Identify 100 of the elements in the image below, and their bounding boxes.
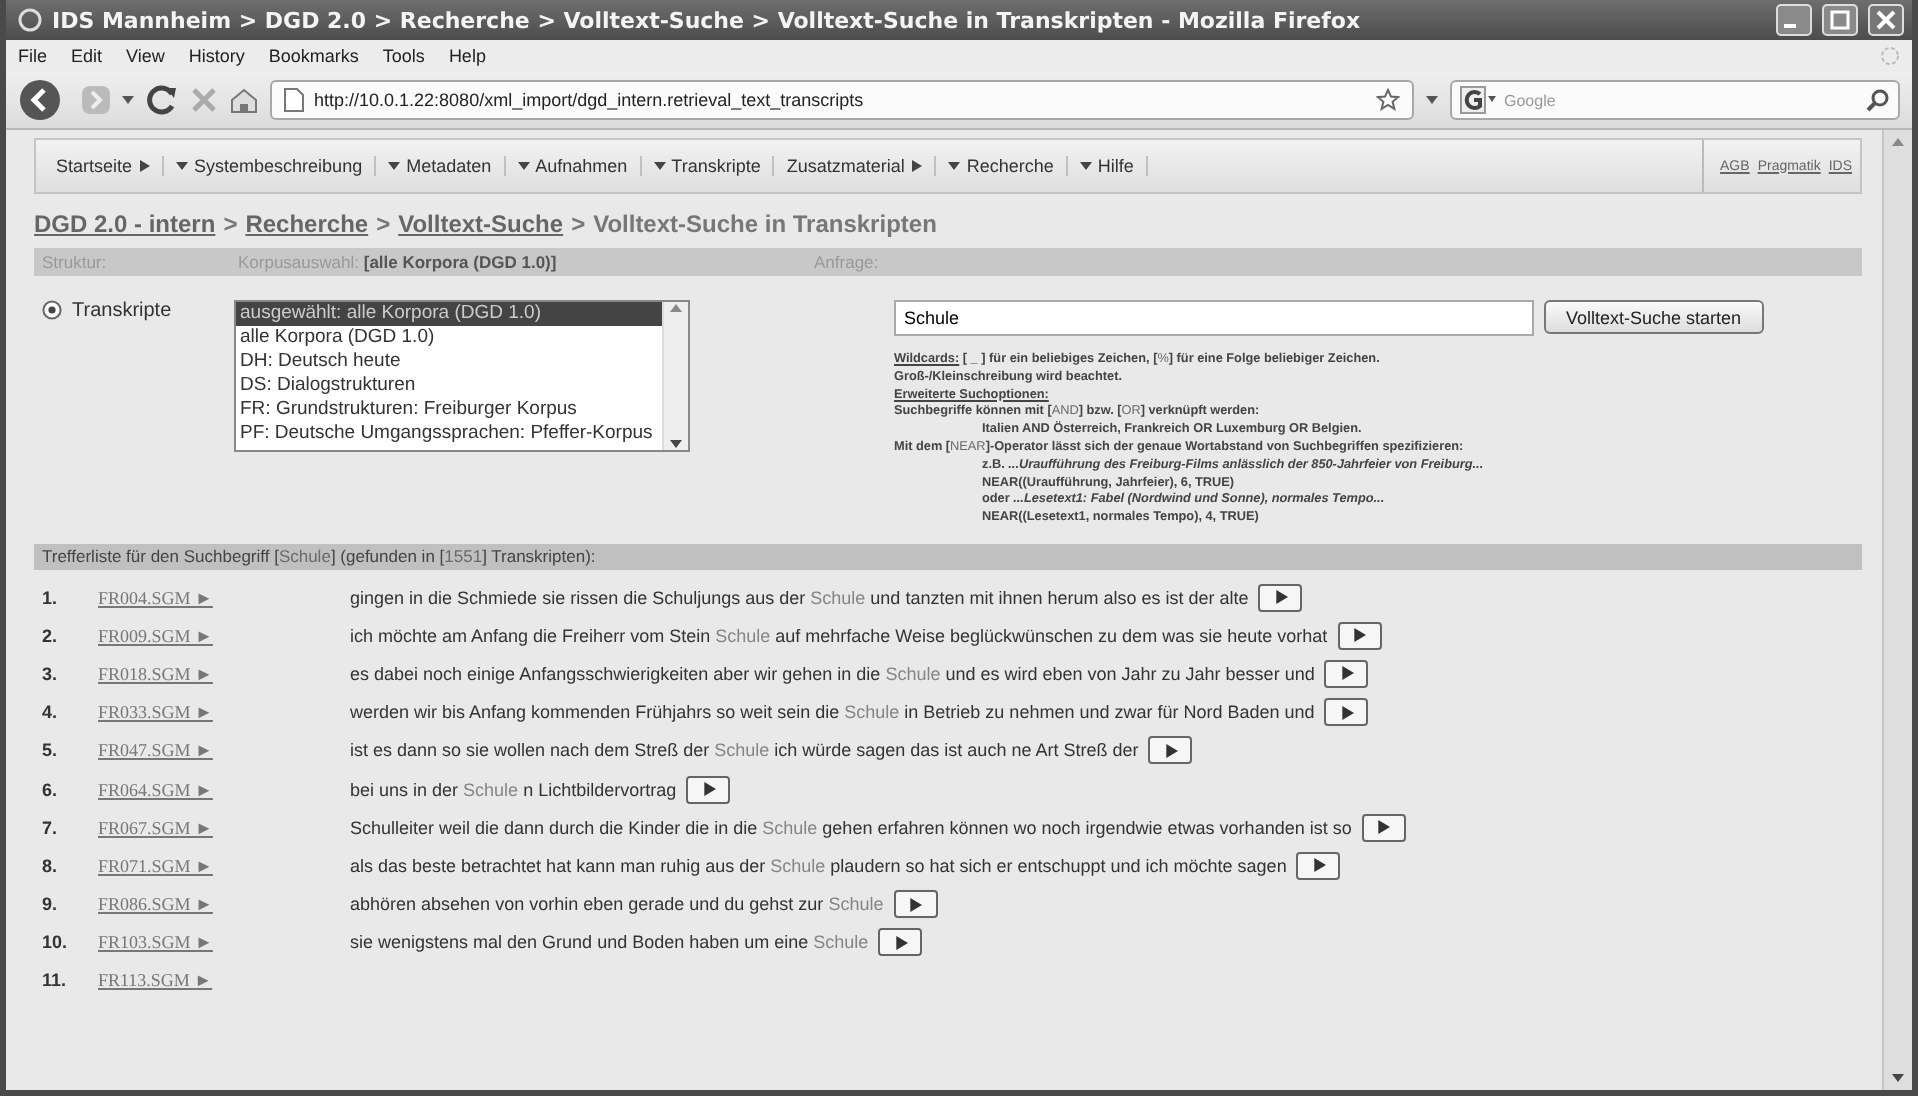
scroll-down-icon[interactable] — [670, 438, 682, 450]
play-button[interactable] — [1258, 583, 1303, 612]
transcript-link[interactable]: FR033.SGM ► — [98, 702, 350, 723]
caret-icon — [653, 160, 666, 172]
corpus-list[interactable]: ausgewählt: alle Korpora (DGD 1.0) alle Korpora (DGD 1.0) DH: Deutsch heute DS: Dialogstrukturen FR: Grundstrukturen: Freiburger Korpus PF: Deutsche Umgangssprachen: Pfeffer-Korpus — [234, 300, 690, 452]
transcript-link[interactable]: FR086.SGM ► — [98, 894, 350, 915]
result-snippet: werden wir bis Anfang kommenden Frühjahrs so weit sein die Schule in Betrieb zu nehmen und zwar für Nord Baden und — [350, 702, 1315, 723]
transcript-link[interactable]: FR103.SGM ► — [98, 932, 350, 953]
caret-icon — [176, 160, 189, 172]
radio-option[interactable]: Transkripte — [42, 300, 234, 322]
menu-item[interactable]: History — [188, 46, 245, 66]
list-option[interactable]: FR: Grundstrukturen: Freiburger Korpus — [236, 398, 662, 422]
nav-item[interactable]: Zusatzmaterial — [774, 156, 937, 176]
play-icon — [1273, 590, 1288, 605]
play-button[interactable] — [686, 775, 731, 803]
star-icon[interactable] — [1376, 88, 1400, 112]
radio-icon[interactable] — [42, 300, 62, 320]
list-option[interactable]: DS: Dialogstrukturen — [236, 374, 662, 398]
play-button[interactable] — [893, 890, 938, 919]
transcript-link[interactable]: FR047.SGM ► — [98, 740, 350, 761]
play-button[interactable] — [878, 928, 923, 957]
query-field[interactable]: Schule — [894, 300, 1534, 336]
results-heading: Trefferliste für den Suchbegriff [Schule] (gefunden in [1551] Transkripten): — [34, 543, 1862, 570]
result-snippet: ich möchte am Anfang die Freiherr vom Stein Schule auf mehrfache Weise beglückwünschen zu dem was sie heute vorhat — [350, 625, 1328, 646]
result-number: 11. — [42, 970, 69, 991]
result-number: 9. — [42, 894, 60, 915]
nav-item[interactable]: Metadaten — [376, 156, 506, 176]
list-option[interactable]: PF: Deutsche Umgangssprachen: Pfeffer-Korpus — [236, 422, 662, 446]
caret-icon — [388, 160, 401, 172]
window-title: IDS Mannheim > DGD 2.0 > Recherche > Volltext-Suche > Volltext-Suche in Transkripten - Mozilla Firefox — [52, 7, 1363, 33]
reload-icon[interactable] — [146, 84, 178, 116]
menu-item[interactable]: Edit — [71, 46, 103, 66]
list-option[interactable]: ausgewählt: alle Korpora (DGD 1.0) — [236, 302, 662, 326]
result-number: 5. — [42, 740, 60, 761]
play-button[interactable] — [1324, 659, 1369, 688]
search-icon[interactable] — [1866, 88, 1890, 112]
play-button[interactable] — [1324, 698, 1369, 727]
play-icon — [1339, 666, 1354, 681]
list-option[interactable]: DH: Deutsch heute — [236, 350, 662, 374]
play-icon — [893, 935, 908, 950]
play-icon — [1311, 858, 1326, 873]
menu-item[interactable]: Help — [448, 46, 486, 66]
result-number: 6. — [42, 779, 60, 799]
play-button[interactable] — [1337, 621, 1382, 650]
minimize-icon[interactable] — [1776, 4, 1812, 36]
transcript-link[interactable]: FR071.SGM ► — [98, 855, 350, 876]
dropdown-icon[interactable] — [122, 94, 134, 106]
address-field[interactable]: http://10.0.1.22:8080/xml_import/dgd_intern.retrieval_text_transcripts — [270, 80, 1414, 120]
result-snippet: als das beste betrachtet hat kann man ruhig aus der Schule plaudern so hat sich er entschuppt und ich möchte sagen — [350, 855, 1287, 876]
play-icon — [1339, 705, 1354, 720]
play-button[interactable] — [1296, 851, 1341, 880]
result-number: 4. — [42, 702, 60, 723]
play-icon — [1376, 820, 1391, 835]
nav-item[interactable]: Aufnahmen — [505, 156, 642, 176]
caret-icon — [1079, 160, 1092, 172]
result-snippet: Schulleiter weil die dann durch die Kinder die in die Schule gehen erfahren können wo noch irgendwie etwas vorhanden ist so — [350, 817, 1352, 838]
result-snippet: abhören absehen von vorhin eben gerade und du gehst zur Schule — [350, 894, 884, 915]
menu-item[interactable]: Tools — [382, 46, 425, 66]
play-button[interactable] — [1361, 813, 1406, 842]
menu-item[interactable]: View — [126, 46, 165, 66]
breadcrumb-link[interactable]: Recherche — [245, 210, 369, 238]
transcript-link[interactable]: FR067.SGM ► — [98, 817, 350, 838]
nav-item[interactable]: Transkripte — [641, 156, 775, 176]
scroll-up-icon[interactable] — [1892, 136, 1904, 148]
result-number: 1. — [42, 587, 60, 608]
breadcrumb-link[interactable]: Volltext-Suche — [398, 210, 564, 238]
transcript-link[interactable]: FR113.SGM ► — [98, 970, 350, 991]
result-number: 7. — [42, 817, 60, 838]
play-button[interactable] — [1148, 736, 1193, 765]
nav-item[interactable]: Recherche — [936, 156, 1068, 176]
transcript-link[interactable]: FR004.SGM ► — [98, 587, 350, 608]
caret-icon — [948, 160, 961, 172]
nav-item[interactable]: Systembeschreibung — [164, 156, 377, 176]
search-button[interactable]: Volltext-Suche starten — [1544, 300, 1764, 334]
page-icon — [284, 88, 304, 112]
maximize-icon[interactable] — [1822, 4, 1858, 36]
caret-icon — [517, 160, 530, 172]
transcript-link[interactable]: FR064.SGM ► — [98, 779, 350, 799]
nav-item[interactable]: Hilfe — [1067, 156, 1148, 176]
nav-item[interactable]: Startseite — [44, 156, 165, 176]
result-snippet: es dabei noch einige Anfangsschwierigkeiten aber wir gehen in die Schule und es wird eben von Jahr zu Jahr besser und — [350, 663, 1315, 684]
breadcrumb-separator: > — [376, 210, 391, 238]
result-snippet: ist es dann so sie wollen nach dem Streß der Schule ich würde sagen das ist auch ne Art Streß der — [350, 740, 1139, 761]
scroll-down-icon[interactable] — [1892, 1072, 1904, 1084]
play-icon — [1352, 628, 1367, 643]
scroll-up-icon[interactable] — [670, 302, 682, 314]
search-engine-icon[interactable] — [1460, 86, 1496, 114]
breadcrumb-current: Volltext-Suche in Transkripten — [593, 210, 937, 238]
breadcrumb-link[interactable]: DGD 2.0 - intern — [34, 210, 216, 238]
transcript-link[interactable]: FR018.SGM ► — [98, 663, 350, 684]
home-icon[interactable] — [230, 86, 258, 114]
close-icon[interactable] — [1868, 4, 1904, 36]
dropdown-icon[interactable] — [1426, 94, 1438, 106]
list-option[interactable]: alle Korpora (DGD 1.0) — [236, 326, 662, 350]
transcript-link[interactable]: FR009.SGM ► — [98, 625, 350, 646]
result-number: 8. — [42, 855, 60, 876]
menu-item[interactable]: File — [18, 46, 48, 66]
menu-item[interactable]: Bookmarks — [268, 46, 359, 66]
result-number: 3. — [42, 663, 60, 684]
caret-icon — [910, 160, 923, 172]
